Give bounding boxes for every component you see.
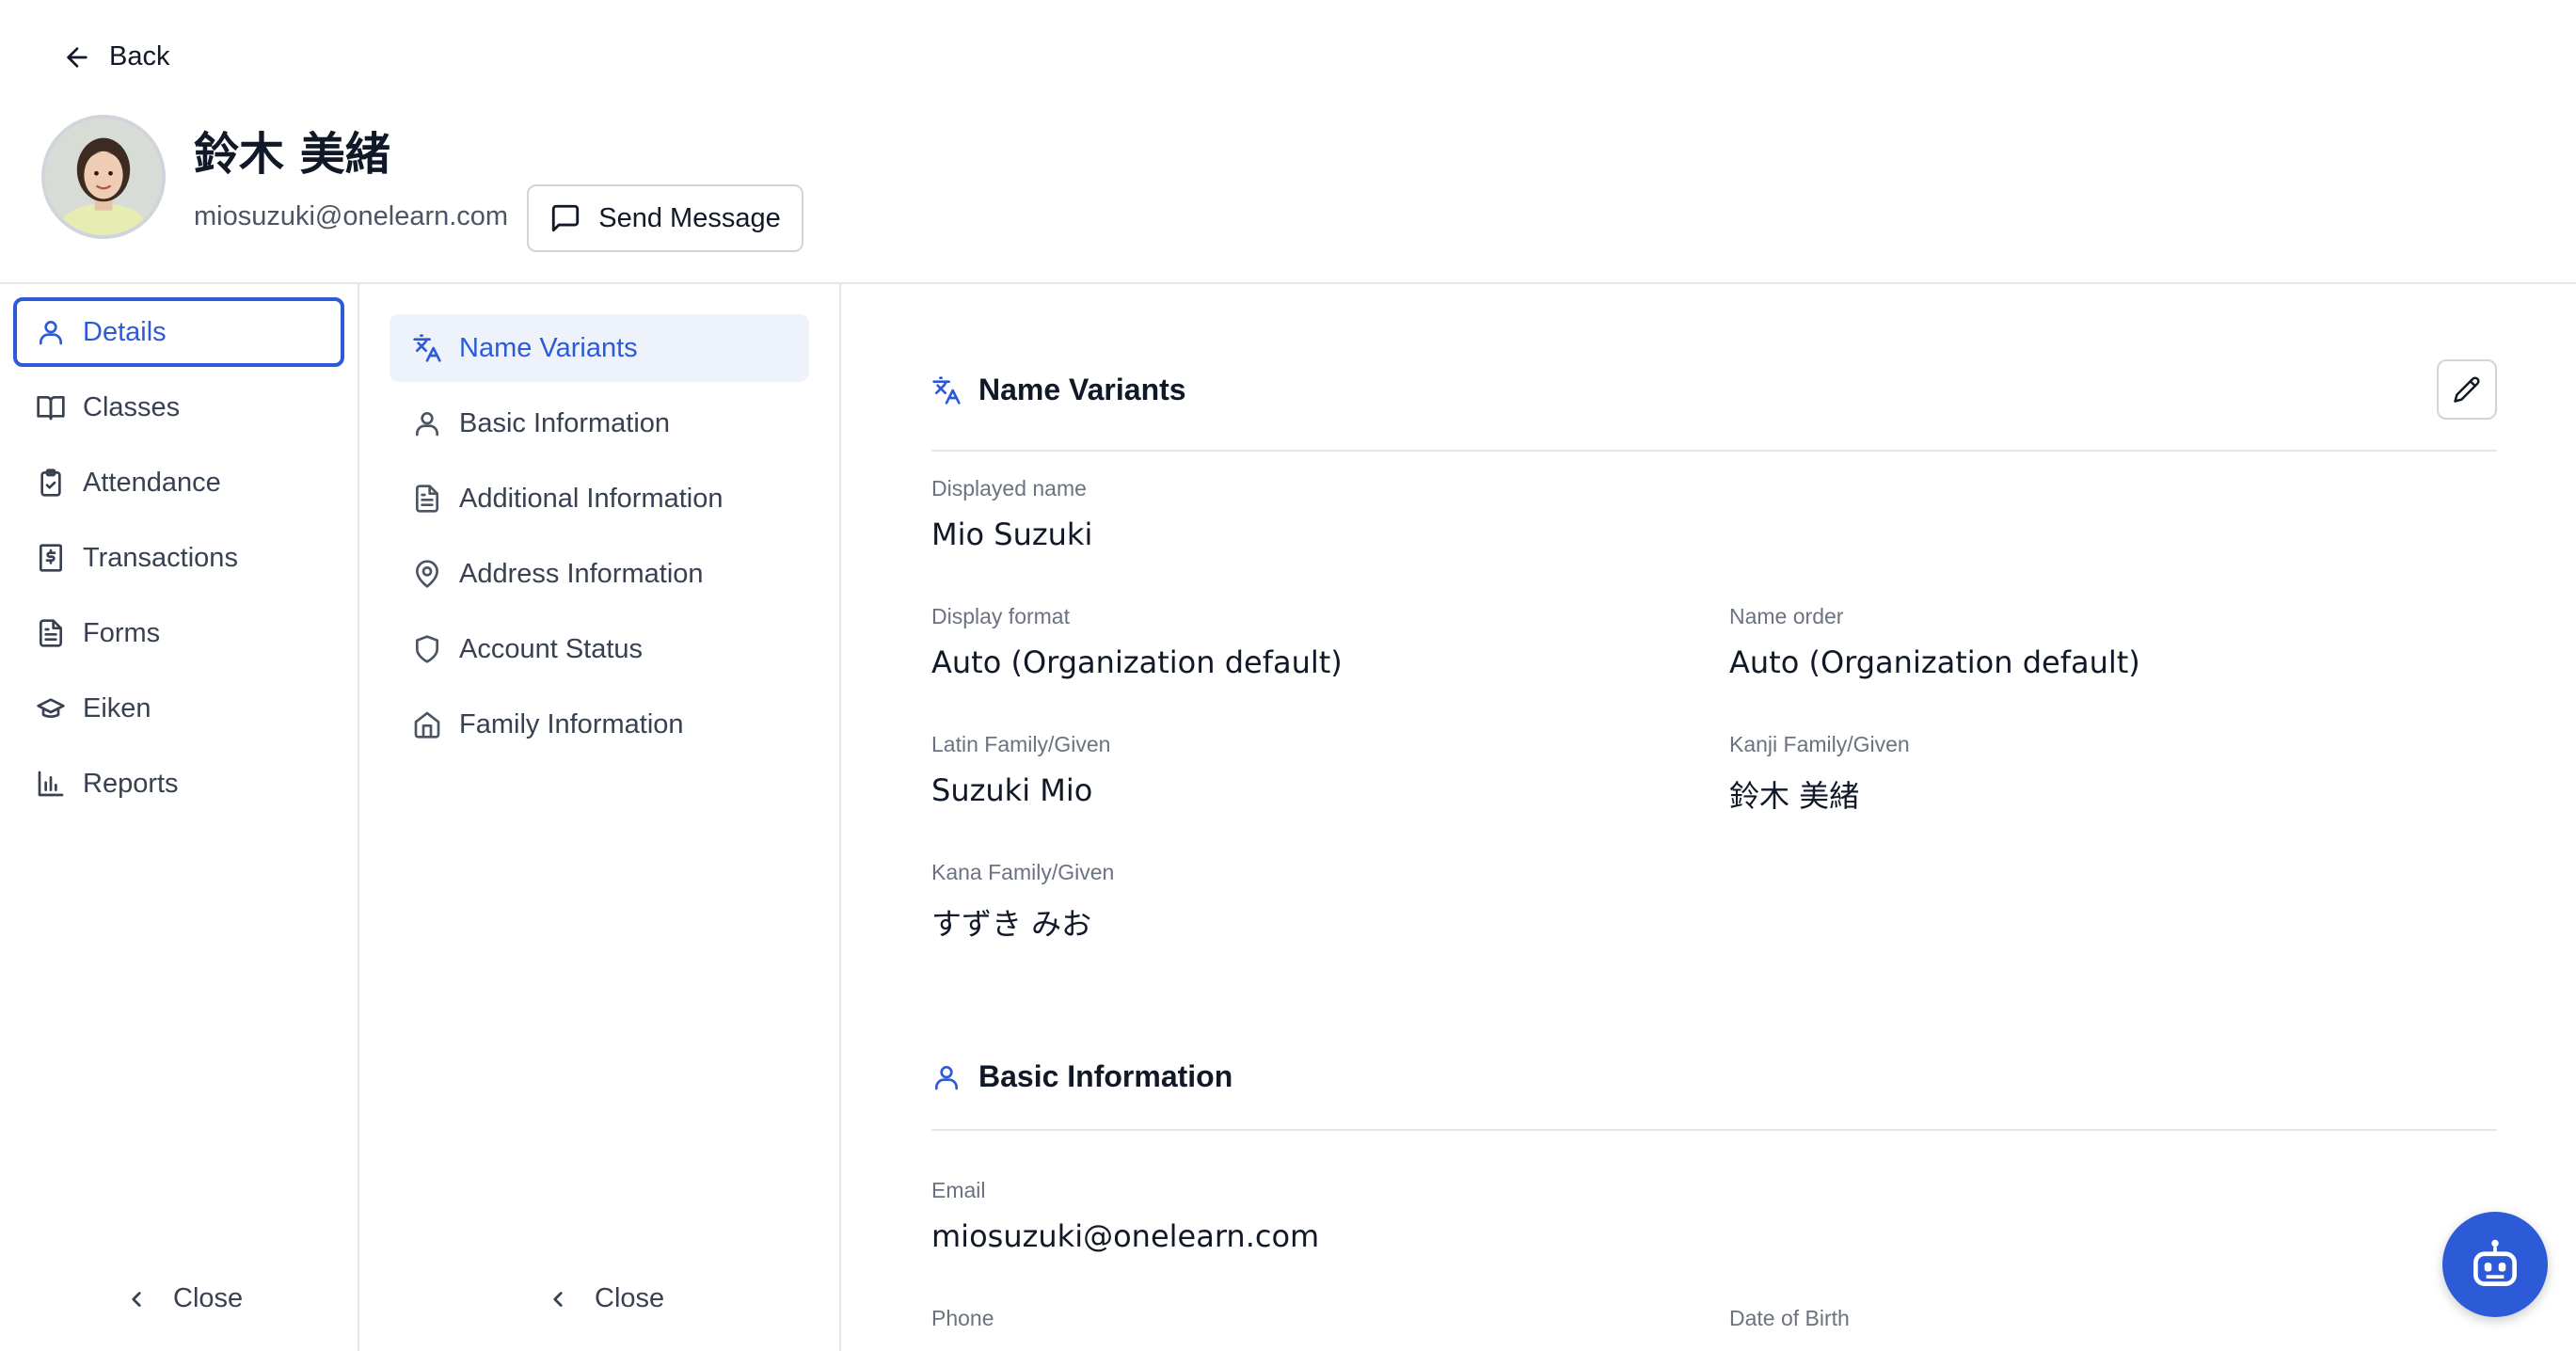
clipboard-check-icon [40,469,61,497]
close-label: Close [173,1283,244,1313]
send-message-label: Send Message [598,202,781,233]
user-icon [40,321,62,345]
nav-item-details[interactable]: Details [13,297,344,367]
primary-nav-close-button[interactable]: Close [124,1283,243,1314]
name-variants-heading: Name Variants [931,373,1186,407]
user-name: 鈴木 美緒 [194,128,390,181]
field-value: Mio Suzuki [931,517,1093,552]
section-link-label: Additional Information [459,483,724,514]
nav-item-label: Attendance [83,467,221,498]
nav-item-label: Transactions [83,542,238,573]
kanji-name-field: Kanji Family/Given 鈴木 美緒 [1729,732,1910,816]
nav-item-reports[interactable]: Reports [13,749,344,819]
section-link-label: Address Information [459,558,704,589]
nav-item-label: Reports [83,768,179,799]
user-icon [416,412,438,437]
home-icon [414,711,440,739]
section-link-name-variants[interactable]: Name Variants [390,314,809,382]
display-format-field: Display format Auto (Organization defaul… [931,604,1343,680]
latin-name-field: Latin Family/Given Suzuki Mio [931,732,1110,808]
nav-item-label: Eiken [83,692,151,723]
map-pin-icon [416,560,438,588]
field-label: Displayed name [931,476,1087,501]
basic-information-heading: Basic Information [931,1059,1232,1094]
edit-name-variants-button[interactable] [2437,359,2497,420]
section-link-basic-information[interactable]: Basic Information [390,389,809,457]
field-label: Name order [1729,604,1844,628]
section-divider [931,450,2497,452]
file-text-icon [40,619,62,647]
section-sidebar: Name Variants Basic Information Addition… [359,284,841,1351]
back-button[interactable]: Back [62,41,169,72]
avatar [41,115,166,239]
nav-item-label: Details [83,316,167,347]
field-label: Phone [931,1306,994,1330]
section-link-label: Name Variants [459,332,638,363]
section-divider [931,1129,2497,1131]
field-value: 鈴木 美緒 [1729,778,1860,814]
primary-sidebar: Details Classes Attendance Transactions … [0,284,359,1351]
field-label: Latin Family/Given [931,732,1111,756]
field-label: Date of Birth [1729,1306,1850,1330]
nav-item-forms[interactable]: Forms [13,598,344,668]
close-label: Close [595,1283,665,1313]
section-link-label: Account Status [459,633,644,664]
section-nav-close-button[interactable]: Close [546,1283,664,1314]
bar-chart-icon [38,771,64,797]
section-link-family-information[interactable]: Family Information [390,691,809,758]
nav-item-eiken[interactable]: Eiken [13,674,344,743]
chevron-left-icon [132,1291,141,1307]
message-square-icon [552,204,580,232]
nav-item-classes[interactable]: Classes [13,373,344,442]
details-content: Name Variants Displayed name Mio Suzuki … [841,284,2576,1351]
displayed-name-field: Displayed name Mio Suzuki [931,476,1092,552]
section-title: Name Variants [978,373,1186,406]
field-value: Suzuki Mio [931,772,1093,808]
phone-field: Phone [931,1306,994,1331]
shield-icon [416,635,438,663]
pencil-icon [2454,376,2480,403]
name-order-field: Name order Auto (Organization default) [1729,604,2140,680]
avatar-photo [45,119,162,235]
nav-item-attendance[interactable]: Attendance [13,448,344,517]
field-label: Display format [931,604,1070,628]
user-icon [935,1065,958,1089]
section-title: Basic Information [978,1059,1233,1093]
kana-name-field: Kana Family/Given すずき みお [931,860,1114,944]
field-label: Email [931,1178,986,1202]
arrow-left-icon [67,46,87,68]
translate-icon [413,334,441,362]
chevron-left-icon [553,1291,563,1307]
section-link-additional-information[interactable]: Additional Information [390,465,809,532]
field-value: miosuzuki@onelearn.com [931,1218,1320,1254]
date-of-birth-field: Date of Birth [1729,1306,1850,1331]
section-link-label: Family Information [459,708,684,739]
translate-icon [932,375,961,405]
section-link-label: Basic Information [459,407,671,438]
profile-header: Back 鈴木 美緒 miosuzuki@onelearn.com Send M… [0,0,2576,284]
user-email: miosuzuki@onelearn.com [194,201,509,231]
field-label: Kanji Family/Given [1729,732,1910,756]
graduation-cap-icon [37,698,65,718]
receipt-dollar-icon [40,544,62,572]
send-message-button[interactable]: Send Message [527,184,803,252]
book-icon [37,396,65,421]
back-label: Back [109,41,170,72]
field-value: すずき みお [931,906,1092,942]
field-label: Kana Family/Given [931,860,1115,884]
file-text-icon [416,485,438,513]
field-value: Auto (Organization default) [1729,644,2140,680]
nav-item-label: Forms [83,617,161,648]
section-link-address-information[interactable]: Address Information [390,540,809,608]
assistant-bot-button[interactable] [2442,1212,2548,1317]
nav-item-transactions[interactable]: Transactions [13,523,344,593]
section-link-account-status[interactable]: Account Status [390,615,809,683]
email-field: Email miosuzuki@onelearn.com [931,1178,1319,1254]
nav-item-label: Classes [83,391,181,422]
field-value: Auto (Organization default) [931,644,1343,680]
robot-icon [2473,1239,2517,1286]
